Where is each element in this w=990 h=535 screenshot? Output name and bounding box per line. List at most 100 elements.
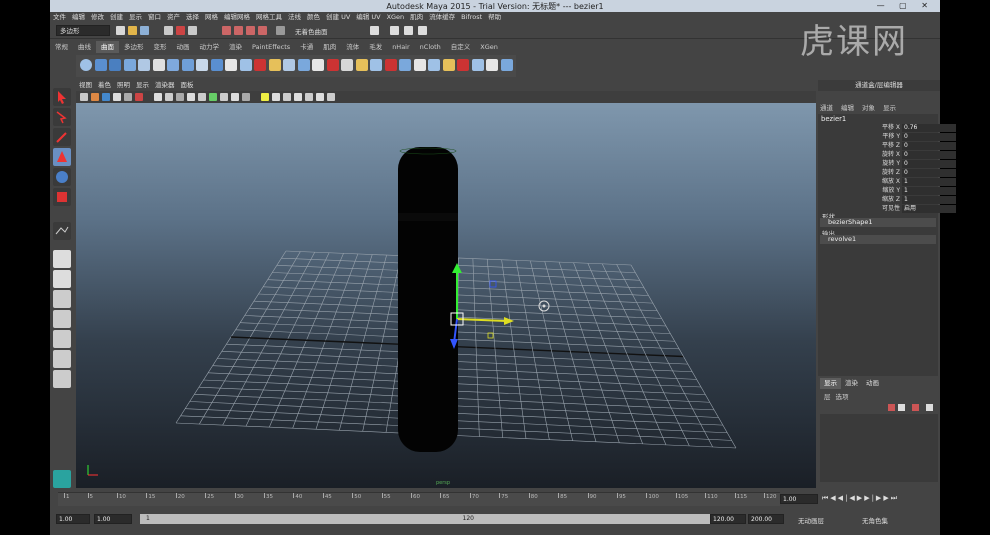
menu-item-14[interactable]: 编辑 UV (353, 12, 383, 23)
channel-menu-item-3[interactable]: 显示 (883, 104, 896, 112)
menu-item-13[interactable]: 创建 UV (323, 12, 353, 23)
attribute-row[interactable]: 缩放 Y1 (820, 187, 956, 195)
select-object-icon[interactable] (176, 26, 185, 35)
shelf-tab-6[interactable]: 动力学 (195, 41, 225, 53)
hypershade-icon[interactable] (418, 26, 427, 35)
channel-menu-item-0[interactable]: 通道 (820, 104, 833, 112)
shelf-tab-1[interactable]: 曲线 (73, 41, 96, 53)
mode-dropdown[interactable]: 多边形 (56, 25, 110, 36)
shelf-tool-icon-27[interactable] (471, 59, 484, 71)
shelf-tool-icon-15[interactable] (297, 59, 310, 71)
shelf-tool-icon-10[interactable] (225, 59, 237, 71)
shelf-tool-icon-18[interactable] (341, 59, 353, 71)
attribute-row[interactable]: 平移 Z0 (820, 142, 956, 150)
render-settings-icon[interactable] (404, 26, 413, 35)
layer-tab-2[interactable]: 动画 (862, 378, 883, 389)
shelf-tool-icon-0[interactable] (80, 59, 92, 71)
menu-item-18[interactable]: Bifrost (458, 12, 485, 23)
shelf-tool-icon-2[interactable] (109, 59, 121, 71)
viewport-tool-icon-21[interactable] (327, 93, 335, 101)
playback-controls[interactable]: ⏮◀◀|◀▶▶|▶▶⏭ (822, 494, 940, 504)
layer-menu-item-1[interactable]: 选项 (836, 393, 849, 401)
viewport-tool-icon-11[interactable] (209, 93, 217, 101)
shelf-tab-5[interactable]: 动画 (172, 41, 195, 53)
snap-point-icon[interactable] (246, 26, 255, 35)
shelf-tool-icon-9[interactable] (210, 59, 223, 71)
shelf-tool-icon-16[interactable] (312, 59, 324, 71)
ipr-render-icon[interactable] (390, 26, 399, 35)
attribute-value[interactable]: 启用 (902, 205, 956, 213)
shelf-tool-icon-5[interactable] (152, 59, 165, 71)
shelf-tool-icon-26[interactable] (457, 59, 469, 71)
menu-item-19[interactable]: 帮助 (485, 12, 504, 23)
scale-tool-icon[interactable] (53, 188, 71, 206)
layer-menu-item-0[interactable]: 层 (824, 393, 831, 401)
shelf-tab-11[interactable]: 流体 (341, 41, 364, 53)
menu-item-7[interactable]: 选择 (183, 12, 202, 23)
bottle-object[interactable] (398, 147, 458, 452)
shelf-tab-8[interactable]: PaintEffects (247, 41, 295, 53)
render-icon[interactable] (370, 26, 379, 35)
paint-select-tool-icon[interactable] (53, 128, 71, 146)
viewport-tool-icon-5[interactable] (135, 93, 143, 101)
layer-tab-1[interactable]: 渲染 (841, 378, 862, 389)
magnet-icon[interactable] (276, 26, 285, 35)
viewport-tool-icon-9[interactable] (187, 93, 195, 101)
layout-icon-2[interactable] (53, 310, 71, 328)
shelf-tool-icon-21[interactable] (384, 59, 397, 71)
viewport-tool-icon-10[interactable] (198, 93, 206, 101)
shelf-tool-icon-6[interactable] (167, 59, 179, 71)
attribute-value[interactable]: 1 (902, 196, 956, 204)
shelf-tool-icon-13[interactable] (268, 59, 281, 71)
menu-item-17[interactable]: 流体缓存 (426, 12, 458, 23)
viewport-menu-item-4[interactable]: 渲染器 (152, 80, 178, 91)
shelf-tool-icon-4[interactable] (138, 59, 150, 71)
viewport-menu-item-5[interactable]: 面板 (178, 80, 197, 91)
shelf-tool-icon-29[interactable] (500, 59, 513, 71)
shelf-tab-7[interactable]: 渲染 (224, 41, 247, 53)
new-layer-icon[interactable] (888, 404, 895, 411)
shelf-tool-icon-14[interactable] (283, 59, 295, 71)
layout-icon-1[interactable] (53, 290, 71, 308)
viewport-tool-icon-13[interactable] (231, 93, 239, 101)
attribute-row[interactable]: 旋转 Z0 (820, 169, 956, 177)
snap-curve-icon[interactable] (234, 26, 243, 35)
attribute-row[interactable]: 缩放 Z1 (820, 196, 956, 204)
menu-item-6[interactable]: 资产 (164, 12, 183, 23)
menu-item-2[interactable]: 修改 (88, 12, 107, 23)
menu-item-0[interactable]: 文件 (50, 12, 69, 23)
menu-item-1[interactable]: 编辑 (69, 12, 88, 23)
attribute-value[interactable]: 0.76 (902, 124, 956, 132)
shelf-tab-2[interactable]: 曲面 (96, 41, 119, 53)
time-slider[interactable]: 1 5 10 15 20 25 30 35 40 45 50 55 60 65 70 75 80 85 90 95 10… (58, 492, 780, 506)
select-hierarchy-icon[interactable] (164, 26, 173, 35)
object-name[interactable]: bezier1 (821, 115, 846, 123)
viewport-tool-icon-3[interactable] (113, 93, 121, 101)
shelf-tab-10[interactable]: 肌肉 (318, 41, 341, 53)
attribute-row[interactable]: 平移 Y0 (820, 133, 956, 141)
shelf-tool-icon-11[interactable] (239, 59, 252, 71)
attribute-value[interactable]: 0 (902, 142, 956, 150)
shelf-tool-icon-25[interactable] (442, 59, 455, 71)
menu-item-12[interactable]: 颜色 (304, 12, 323, 23)
shelf-tool-icon-28[interactable] (486, 59, 498, 71)
rotate-tool-icon[interactable] (53, 168, 71, 186)
shelf-tab-4[interactable]: 变形 (149, 41, 172, 53)
shelf-tool-icon-1[interactable] (94, 59, 107, 71)
shelf-tool-icon-19[interactable] (355, 59, 368, 71)
shelf-tool-icon-8[interactable] (196, 59, 208, 71)
single-view-icon[interactable] (53, 250, 71, 268)
snap-plane-icon[interactable] (258, 26, 267, 35)
playback-end-field[interactable]: 120.00 (710, 514, 746, 524)
shelf-tool-icon-22[interactable] (399, 59, 411, 71)
playback-start-field[interactable]: 1.00 (94, 514, 132, 524)
channel-menu-item-1[interactable]: 编辑 (841, 104, 854, 112)
viewport-tool-icon-8[interactable] (176, 93, 184, 101)
shelf-tab-16[interactable]: XGen (475, 41, 503, 53)
viewport-menu-item-3[interactable]: 显示 (133, 80, 152, 91)
menu-item-9[interactable]: 编辑网格 (221, 12, 253, 23)
move-manipulator[interactable] (450, 263, 514, 349)
end-time-field[interactable]: 200.00 (748, 514, 784, 524)
window-controls[interactable]: — ▢ ✕ (877, 1, 934, 10)
anim-layer-dropdown[interactable]: 无动画层 (798, 515, 824, 525)
